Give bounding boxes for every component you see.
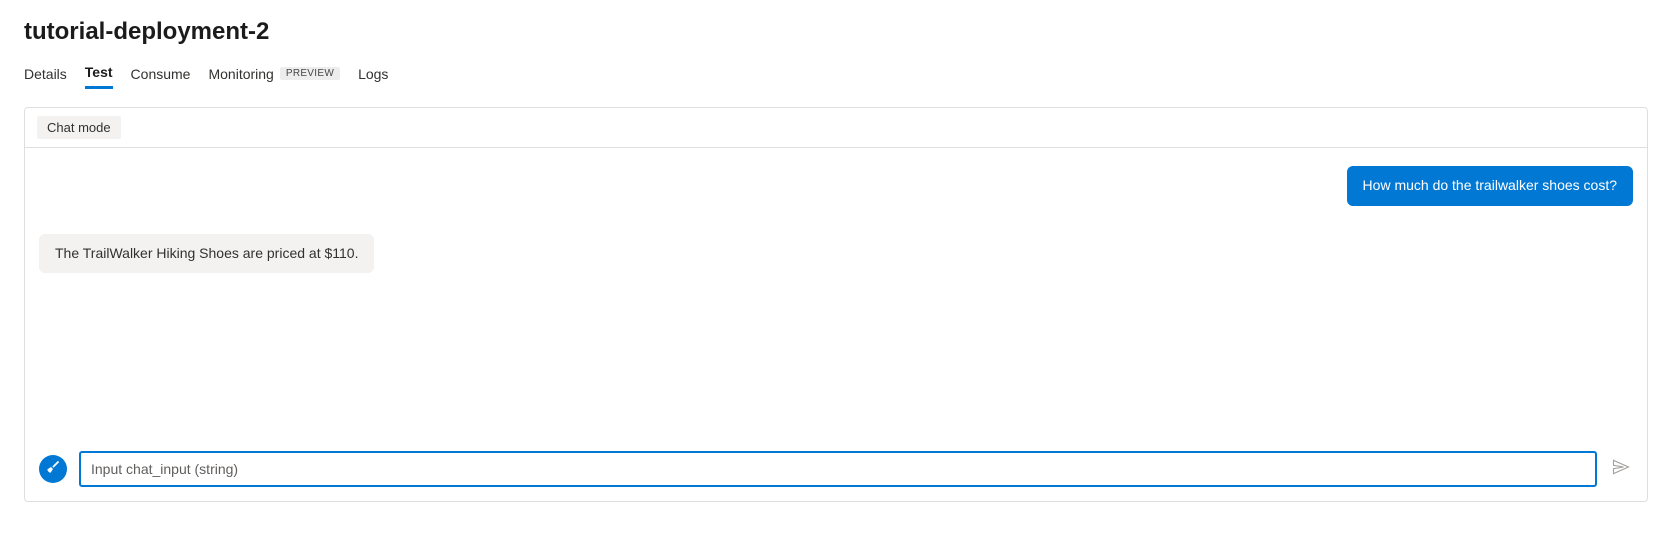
input-bar (25, 441, 1647, 501)
preview-badge: PREVIEW (280, 67, 340, 80)
assistant-bubble: The TrailWalker Hiking Shoes are priced … (39, 234, 374, 274)
chat-message-assistant: The TrailWalker Hiking Shoes are priced … (39, 234, 1633, 274)
tab-label: Logs (358, 66, 388, 82)
tab-label: Test (85, 64, 113, 80)
test-panel: Chat mode How much do the trailwalker sh… (24, 107, 1648, 502)
chat-input[interactable] (79, 451, 1597, 487)
chat-mode-selector[interactable]: Chat mode (37, 116, 121, 139)
tab-label: Consume (131, 66, 191, 82)
tab-monitoring[interactable]: Monitoring PREVIEW (208, 66, 340, 88)
send-button[interactable] (1609, 457, 1633, 481)
broom-icon (45, 459, 61, 480)
chat-message-user: How much do the trailwalker shoes cost? (39, 166, 1633, 206)
tab-label: Monitoring (208, 66, 273, 82)
clear-chat-button[interactable] (39, 455, 67, 483)
tab-label: Details (24, 66, 67, 82)
tab-bar: Details Test Consume Monitoring PREVIEW … (24, 64, 1648, 89)
page-title: tutorial-deployment-2 (24, 18, 1648, 46)
tab-details[interactable]: Details (24, 66, 67, 88)
panel-header: Chat mode (25, 108, 1647, 148)
tab-consume[interactable]: Consume (131, 66, 191, 88)
tab-logs[interactable]: Logs (358, 66, 388, 88)
send-icon (1611, 457, 1631, 482)
user-bubble: How much do the trailwalker shoes cost? (1347, 166, 1633, 206)
tab-test[interactable]: Test (85, 64, 113, 89)
chat-area: How much do the trailwalker shoes cost? … (25, 148, 1647, 441)
